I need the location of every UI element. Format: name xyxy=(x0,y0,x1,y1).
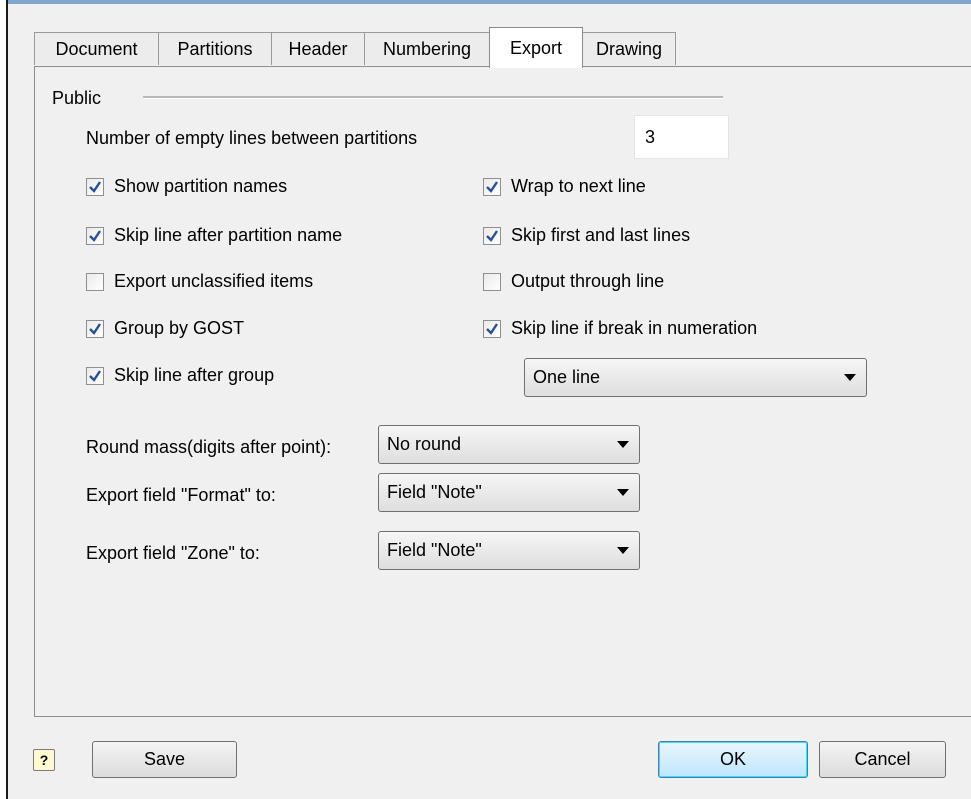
show-partition-names-checkbox[interactable]: Show partition names xyxy=(86,176,287,197)
window-top-edge xyxy=(8,0,971,4)
group-by-gost-checkbox[interactable]: Group by GOST xyxy=(86,318,244,339)
checkbox-box xyxy=(483,177,501,196)
checkbox-label: Skip line after partition name xyxy=(114,225,343,245)
checkbox-box xyxy=(86,226,104,245)
tab-numbering[interactable]: Numbering xyxy=(364,32,490,65)
checkbox-label: Skip first and last lines xyxy=(511,225,691,245)
round-mass-label: Round mass(digits after point): xyxy=(86,437,332,457)
checkbox-label: Skip line if break in numeration xyxy=(511,318,758,338)
checkbox-label: Group by GOST xyxy=(114,318,245,338)
window-left-border xyxy=(0,0,8,799)
checkbox-box xyxy=(86,272,104,291)
checkbox-label: Skip line after group xyxy=(114,365,275,385)
numeration-break-select[interactable]: One line xyxy=(524,358,867,397)
skip-line-after-group-checkbox[interactable]: Skip line after group xyxy=(86,365,274,386)
tab-drawing[interactable]: Drawing xyxy=(582,32,676,65)
skip-line-if-break-checkbox[interactable]: Skip line if break in numeration xyxy=(483,318,757,339)
round-mass-select[interactable]: No round xyxy=(378,425,640,464)
output-through-line-checkbox[interactable]: Output through line xyxy=(483,271,664,292)
checkbox-box xyxy=(483,319,501,338)
checkbox-label: Output through line xyxy=(511,271,665,291)
save-button[interactable]: Save xyxy=(92,741,237,778)
help-icon[interactable]: ? xyxy=(33,749,55,771)
select-value: One line xyxy=(533,367,601,387)
empty-lines-input[interactable] xyxy=(634,115,729,159)
ok-button[interactable]: OK xyxy=(658,741,808,778)
select-value: Field "Note" xyxy=(387,540,482,560)
tab-document[interactable]: Document xyxy=(34,32,159,65)
checkbox-label: Wrap to next line xyxy=(511,176,646,196)
skip-line-after-partition-name-checkbox[interactable]: Skip line after partition name xyxy=(86,225,342,246)
export-format-select[interactable]: Field "Note" xyxy=(378,473,640,512)
cancel-button[interactable]: Cancel xyxy=(819,741,946,778)
group-separator xyxy=(143,96,723,99)
wrap-to-next-line-checkbox[interactable]: Wrap to next line xyxy=(483,176,646,197)
empty-lines-label: Number of empty lines between partitions xyxy=(86,128,418,148)
chevron-down-icon xyxy=(617,489,629,496)
checkbox-label: Show partition names xyxy=(114,176,288,196)
chevron-down-icon xyxy=(617,441,629,448)
checkbox-box xyxy=(86,177,104,196)
export-unclassified-items-checkbox[interactable]: Export unclassified items xyxy=(86,271,313,292)
chevron-down-icon xyxy=(844,374,856,381)
chevron-down-icon xyxy=(617,547,629,554)
tab-export[interactable]: Export xyxy=(489,27,583,68)
export-zone-select[interactable]: Field "Note" xyxy=(378,531,640,570)
export-format-label: Export field "Format" to: xyxy=(86,485,276,505)
select-value: No round xyxy=(387,434,462,454)
skip-first-and-last-lines-checkbox[interactable]: Skip first and last lines xyxy=(483,225,690,246)
checkbox-box xyxy=(86,366,104,385)
select-value: Field "Note" xyxy=(387,482,482,502)
checkbox-label: Export unclassified items xyxy=(114,271,314,291)
tab-header[interactable]: Header xyxy=(271,32,365,65)
tab-partitions[interactable]: Partitions xyxy=(158,32,272,65)
checkbox-box xyxy=(483,272,501,291)
export-zone-label: Export field "Zone" to: xyxy=(86,543,260,563)
checkbox-box xyxy=(483,226,501,245)
checkbox-box xyxy=(86,319,104,338)
group-label-public: Public xyxy=(52,88,102,108)
